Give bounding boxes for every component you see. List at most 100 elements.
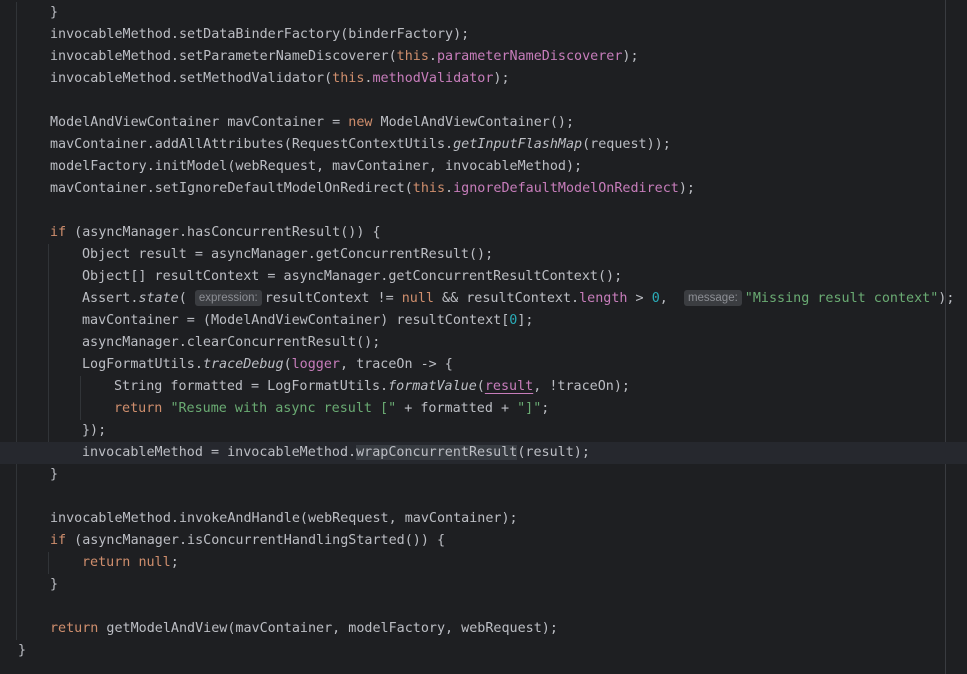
code-token: (	[283, 357, 292, 372]
code-token: LogFormatUtils.	[82, 357, 203, 372]
code-text: LogFormatUtils.traceDebug(logger, traceO…	[82, 354, 453, 376]
code-line: mavContainer.addAllAttributes(RequestCon…	[0, 134, 967, 156]
code-token: }	[18, 643, 27, 658]
code-text: invocableMethod.setMethodValidator(this.…	[50, 68, 510, 90]
code-token: if	[50, 225, 67, 240]
code-token: .	[428, 49, 437, 64]
code-token: state	[138, 291, 179, 306]
code-line: return null;	[0, 552, 967, 574]
code-line: }	[0, 464, 967, 486]
code-line: mavContainer.setIgnoreDefaultModelOnRedi…	[0, 178, 967, 200]
code-text: }	[50, 574, 58, 596]
code-token: && resultContext.	[434, 291, 580, 306]
code-token: }	[50, 577, 59, 592]
code-line: invocableMethod.setParameterNameDiscover…	[0, 46, 967, 68]
code-token: invocableMethod.setDataBinderFactory(bin…	[50, 27, 470, 42]
code-token: return	[114, 401, 163, 416]
code-text: ModelAndViewContainer mavContainer = new…	[50, 112, 574, 134]
code-text: return null;	[82, 552, 179, 574]
code-line: if (asyncManager.isConcurrentHandlingSta…	[0, 530, 967, 552]
code-token: ];	[517, 313, 534, 328]
code-token: null	[138, 555, 171, 570]
code-token: return	[50, 621, 99, 636]
code-line: ModelAndViewContainer mavContainer = new…	[0, 112, 967, 134]
code-token: null	[401, 291, 434, 306]
code-line: Object result = asyncManager.getConcurre…	[0, 244, 967, 266]
code-text: Object[] resultContext = asyncManager.ge…	[82, 266, 622, 288]
code-token: this	[332, 71, 365, 86]
code-token: mavContainer.addAllAttributes(RequestCon…	[50, 137, 454, 152]
code-token: this	[412, 181, 446, 196]
code-token: Object result = asyncManager.getConcurre…	[82, 247, 494, 262]
code-token: );	[938, 291, 955, 306]
code-token: Assert.	[82, 291, 139, 306]
code-line: });	[0, 420, 967, 442]
code-token: invocableMethod = invocableMethod.	[82, 445, 357, 460]
code-line: invocableMethod.invokeAndHandle(webReque…	[0, 508, 967, 530]
code-token: "Missing result context"	[744, 291, 939, 306]
code-token: if	[50, 533, 67, 548]
code-token: );	[493, 71, 510, 86]
code-token: );	[622, 49, 639, 64]
code-token: }	[50, 5, 59, 20]
code-line-current: invocableMethod = invocableMethod.wrapCo…	[0, 442, 967, 464]
code-token: "Resume with async result ["	[170, 401, 397, 416]
code-token: String formatted = LogFormatUtils.	[114, 379, 389, 394]
code-token: (	[476, 379, 485, 394]
code-token: (request));	[582, 137, 671, 152]
code-line: LogFormatUtils.traceDebug(logger, traceO…	[0, 354, 967, 376]
code-text: }	[50, 464, 58, 486]
code-text: }	[18, 640, 26, 662]
code-text: Object result = asyncManager.getConcurre…	[82, 244, 493, 266]
code-text: modelFactory.initModel(webRequest, mavCo…	[50, 156, 582, 178]
code-token: modelFactory.initModel(webRequest, mavCo…	[50, 159, 583, 174]
code-token: + formatted +	[396, 401, 518, 416]
code-text: invocableMethod.setParameterNameDiscover…	[50, 46, 639, 68]
code-token: >	[627, 291, 652, 306]
code-token: mavContainer.setIgnoreDefaultModelOnRedi…	[50, 181, 413, 196]
code-token: ;	[170, 555, 179, 570]
code-token: (asyncManager.isConcurrentHandlingStarte…	[66, 533, 446, 548]
code-token: methodValidator	[372, 71, 494, 86]
code-text: mavContainer.addAllAttributes(RequestCon…	[50, 134, 671, 156]
code-token: ,	[659, 291, 684, 306]
code-token: "]"	[517, 401, 542, 416]
code-text: if (asyncManager.hasConcurrentResult()) …	[50, 222, 381, 244]
code-text: mavContainer = (ModelAndViewContainer) r…	[82, 310, 533, 332]
code-token: });	[82, 423, 107, 438]
code-token: (asyncManager.hasConcurrentResult()) {	[66, 225, 381, 240]
code-line: }	[0, 640, 967, 662]
code-token: mavContainer = (ModelAndViewContainer) r…	[82, 313, 510, 328]
code-token: wrapConcurrentResult	[356, 445, 518, 460]
code-token: getInputFlashMap	[453, 137, 583, 152]
code-token: new	[348, 115, 373, 130]
code-token: invocableMethod.setMethodValidator(	[50, 71, 333, 86]
code-token: return	[82, 555, 131, 570]
code-text: if (asyncManager.isConcurrentHandlingSta…	[50, 530, 445, 552]
code-text: asyncManager.clearConcurrentResult();	[82, 332, 380, 354]
code-token: getModelAndView(mavContainer, modelFacto…	[98, 621, 558, 636]
code-text: invocableMethod = invocableMethod.wrapCo…	[82, 442, 590, 464]
code-line: modelFactory.initModel(webRequest, mavCo…	[0, 156, 967, 178]
code-line: }	[0, 2, 967, 24]
code-text: return getModelAndView(mavContainer, mod…	[50, 618, 558, 640]
code-token: length	[579, 291, 628, 306]
code-line: Object[] resultContext = asyncManager.ge…	[0, 266, 967, 288]
code-token: formatValue	[388, 379, 477, 394]
parameter-hint: expression:	[194, 290, 262, 306]
code-token: logger	[291, 357, 340, 372]
code-token: (	[178, 291, 195, 306]
code-token: ModelAndViewContainer mavContainer =	[50, 115, 349, 130]
code-text: });	[82, 420, 106, 442]
code-text: invocableMethod.invokeAndHandle(webReque…	[50, 508, 518, 530]
code-token: , !traceOn);	[533, 379, 630, 394]
code-line: String formatted = LogFormatUtils.format…	[0, 376, 967, 398]
code-text: String formatted = LogFormatUtils.format…	[114, 376, 630, 398]
code-editor[interactable]: } invocableMethod.setDataBinderFactory(bi…	[0, 0, 967, 674]
code-token: (result);	[517, 445, 590, 460]
code-text: Assert.state( expression: resultContext !…	[82, 288, 954, 310]
